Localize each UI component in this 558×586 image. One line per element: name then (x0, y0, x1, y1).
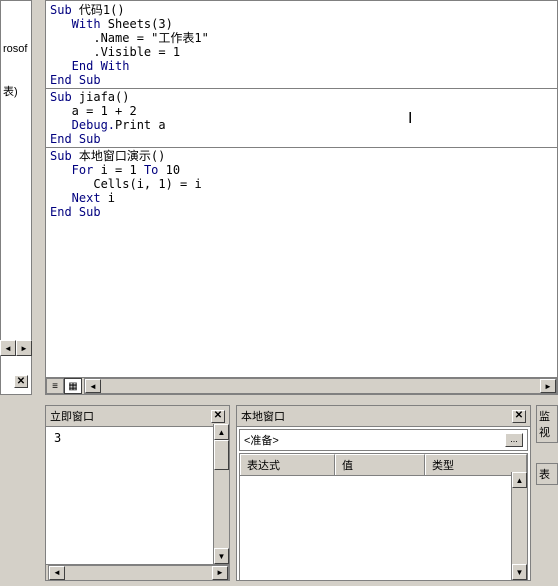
scroll-right-icon[interactable]: ► (212, 566, 228, 580)
left-scroll-area: ◄ ► (0, 340, 32, 372)
locals-window-titlebar: 本地窗口 ✕ (237, 406, 530, 427)
vertical-scrollbar[interactable]: ▲ ▼ (511, 472, 527, 580)
close-button-left[interactable]: ✕ (14, 375, 28, 388)
locals-window: 本地窗口 ✕ <准备> ... 表达式 值 类型 ▲ ▼ (236, 405, 531, 581)
locals-table: 表达式 值 类型 ▲ ▼ (239, 453, 528, 581)
project-text-1: rosof (1, 41, 31, 57)
vertical-scrollbar[interactable]: ▲ ▼ (213, 424, 229, 564)
horizontal-scrollbar[interactable]: ◄ ► (48, 565, 229, 581)
watch-column-expression[interactable]: 表 (536, 463, 558, 485)
scroll-right-icon[interactable]: ► (540, 379, 556, 393)
close-button[interactable]: ✕ (512, 410, 526, 423)
scroll-up-icon[interactable]: ▲ (512, 472, 527, 488)
immediate-content[interactable]: 3 (46, 427, 229, 567)
scroll-down-icon[interactable]: ▼ (214, 548, 229, 564)
close-button[interactable]: ✕ (211, 410, 225, 423)
watch-window-title: 监视 (536, 405, 558, 443)
full-module-view-button[interactable]: ▦ (64, 378, 82, 394)
column-value[interactable]: 值 (335, 454, 425, 475)
column-expression[interactable]: 表达式 (240, 454, 335, 475)
locals-context: <准备> ... (239, 429, 528, 451)
project-text-2: 表) (1, 81, 31, 101)
call-stack-button[interactable]: ... (505, 433, 523, 447)
immediate-window: 立即窗口 ✕ 3 ▲ ▼ ◄ ► (45, 405, 230, 581)
locals-table-header: 表达式 值 类型 (240, 454, 527, 476)
scroll-left-icon[interactable]: ◄ (49, 566, 65, 580)
code-content[interactable]: Sub 代码1() With Sheets(3) .Name = "工作表1" … (46, 1, 557, 221)
locals-ready-text: <准备> (244, 432, 279, 448)
scroll-thumb[interactable] (214, 440, 229, 470)
scroll-down-icon[interactable]: ▼ (512, 564, 527, 580)
immediate-hscroll: ◄ ► (46, 564, 229, 580)
scroll-up-icon[interactable]: ▲ (214, 424, 229, 440)
watch-window-fragment: 监视 表 (536, 405, 558, 581)
immediate-window-title: 立即窗口 (50, 408, 94, 424)
scroll-right-icon[interactable]: ► (16, 340, 32, 356)
project-explorer-fragment: rosof 表) (0, 0, 32, 395)
scroll-left-icon[interactable]: ◄ (85, 379, 101, 393)
procedure-view-button[interactable]: ≡ (46, 378, 64, 394)
code-view-bar: ≡ ▦ ◄ ► (46, 377, 557, 394)
locals-window-title: 本地窗口 (241, 408, 285, 424)
horizontal-scrollbar[interactable]: ◄ ► (84, 378, 557, 394)
code-editor[interactable]: Sub 代码1() With Sheets(3) .Name = "工作表1" … (45, 0, 558, 395)
immediate-window-titlebar: 立即窗口 ✕ (46, 406, 229, 427)
scroll-left-icon[interactable]: ◄ (0, 340, 16, 356)
